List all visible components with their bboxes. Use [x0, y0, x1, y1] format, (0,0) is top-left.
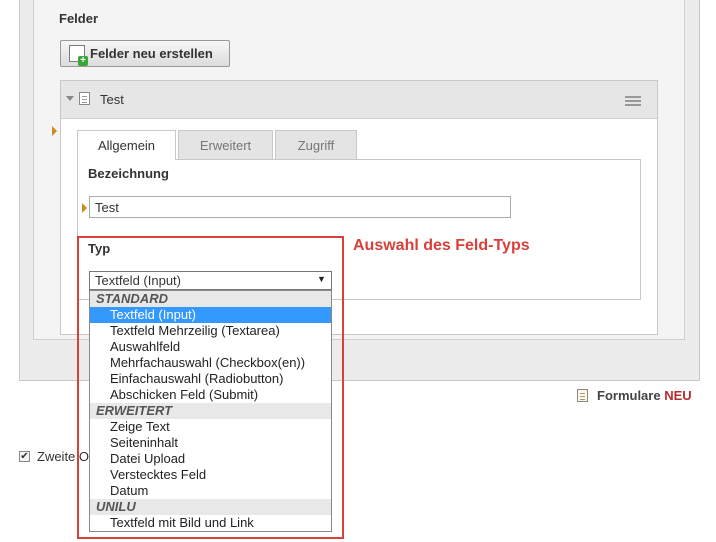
formulare-label: Formulare [597, 388, 661, 403]
tab-erweitert[interactable]: Erweitert [178, 130, 273, 159]
checkbox-icon[interactable]: ✔ [19, 451, 30, 462]
drag-menu-icon[interactable] [625, 96, 641, 106]
new-fields-button-label: Felder neu erstellen [90, 46, 213, 61]
annotation-text: Auswahl des Feld-Typs [353, 237, 530, 254]
tab-allgemein[interactable]: Allgemein [77, 130, 176, 160]
active-marker-icon [52, 126, 57, 136]
new-fields-button[interactable]: Felder neu erstellen [60, 40, 230, 67]
zweite-checkbox-label: Zweite O [37, 449, 90, 464]
bezeichnung-label: Bezeichnung [88, 166, 169, 181]
input-marker-icon [82, 203, 87, 213]
field-header[interactable] [61, 81, 657, 119]
bezeichnung-input[interactable] [89, 196, 511, 218]
annotation-highlight-box [77, 236, 344, 539]
section-heading: Felder [59, 11, 99, 26]
collapse-arrow-icon[interactable] [66, 96, 74, 101]
field-title: Test [100, 92, 124, 107]
document-icon [79, 92, 90, 105]
add-fields-icon [69, 45, 88, 66]
formulare-new-link[interactable]: Formulare NEU [597, 388, 692, 403]
tab-zugriff[interactable]: Zugriff [275, 130, 357, 159]
neu-label: NEU [664, 388, 692, 403]
form-icon [577, 389, 588, 402]
